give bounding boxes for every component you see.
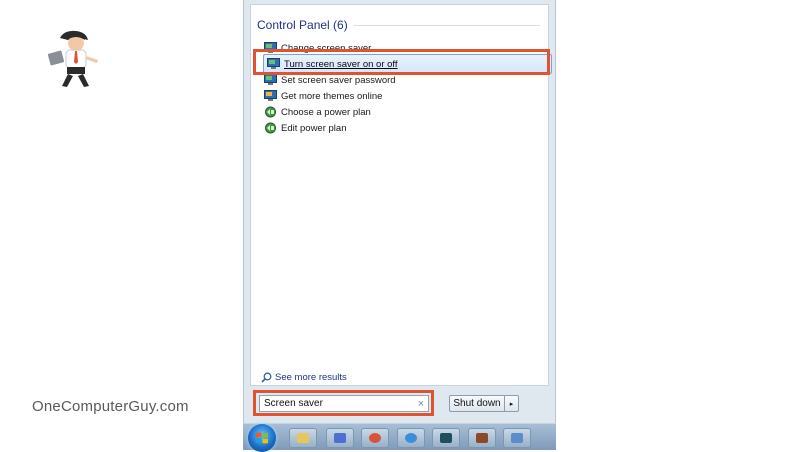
clear-search-icon[interactable]: × xyxy=(414,398,428,410)
result-label: Get more themes online xyxy=(281,90,383,102)
result-item-turn-screen-saver-on-or-off[interactable]: Turn screen saver on or off xyxy=(263,54,552,74)
ie-icon xyxy=(405,433,417,443)
remote-desktop-icon xyxy=(511,433,523,443)
brand-name: OneComputerGuy.com xyxy=(32,398,189,415)
shutdown-button-group: Shut down ▸ xyxy=(449,395,519,412)
display-icon xyxy=(264,74,277,85)
power-plan-icon xyxy=(265,106,276,118)
taskbar-terminal-icon[interactable] xyxy=(432,428,460,448)
result-label: Turn screen saver on or off xyxy=(284,58,398,70)
group-divider xyxy=(353,24,540,26)
taskbar-calendar-icon[interactable] xyxy=(326,428,354,448)
display-icon xyxy=(267,58,280,69)
result-item-set-screen-saver-password[interactable]: Set screen saver password xyxy=(264,72,548,88)
result-item-get-more-themes-online[interactable]: Get more themes online xyxy=(264,88,548,104)
display-icon xyxy=(264,42,277,53)
taskbar-explorer-icon[interactable] xyxy=(289,428,317,448)
result-item-choose-a-power-plan[interactable]: Choose a power plan xyxy=(264,104,548,120)
taskbar-app-icon[interactable] xyxy=(468,428,496,448)
windows-flag-icon xyxy=(256,432,268,444)
search-box[interactable]: × xyxy=(259,395,429,412)
shutdown-options-arrow-icon[interactable]: ▸ xyxy=(505,395,519,412)
power-plan-icon xyxy=(265,122,276,134)
brand-logo xyxy=(46,28,104,90)
chrome-icon xyxy=(369,433,381,443)
taskbar-ie-icon[interactable] xyxy=(397,428,425,448)
taskbar-remote-desktop-icon[interactable] xyxy=(503,428,531,448)
result-item-edit-power-plan[interactable]: Edit power plan xyxy=(264,120,548,136)
terminal-icon xyxy=(440,433,452,443)
see-more-results-link[interactable]: See more results xyxy=(261,372,347,383)
taskbar xyxy=(243,423,556,452)
search-input[interactable] xyxy=(264,398,414,409)
see-more-label: See more results xyxy=(275,372,347,383)
calendar-icon xyxy=(334,433,346,443)
group-title[interactable]: Control Panel (6) xyxy=(257,18,348,32)
search-results-pane: Control Panel (6) Change screen saver Tu… xyxy=(250,4,552,386)
result-label: Edit power plan xyxy=(281,122,347,134)
result-label: Set screen saver password xyxy=(281,74,396,86)
results-group-header: Control Panel (6) xyxy=(257,18,540,32)
app-icon xyxy=(476,433,488,443)
start-menu: Control Panel (6) Change screen saver Tu… xyxy=(243,0,556,450)
shutdown-button[interactable]: Shut down xyxy=(449,395,505,412)
result-label: Choose a power plan xyxy=(281,106,371,118)
windows-orb-icon[interactable] xyxy=(248,424,276,452)
taskbar-chrome-icon[interactable] xyxy=(361,428,389,448)
explorer-icon xyxy=(297,433,309,443)
display-icon xyxy=(264,90,277,101)
result-label: Change screen saver xyxy=(281,42,372,54)
search-icon xyxy=(261,372,272,383)
